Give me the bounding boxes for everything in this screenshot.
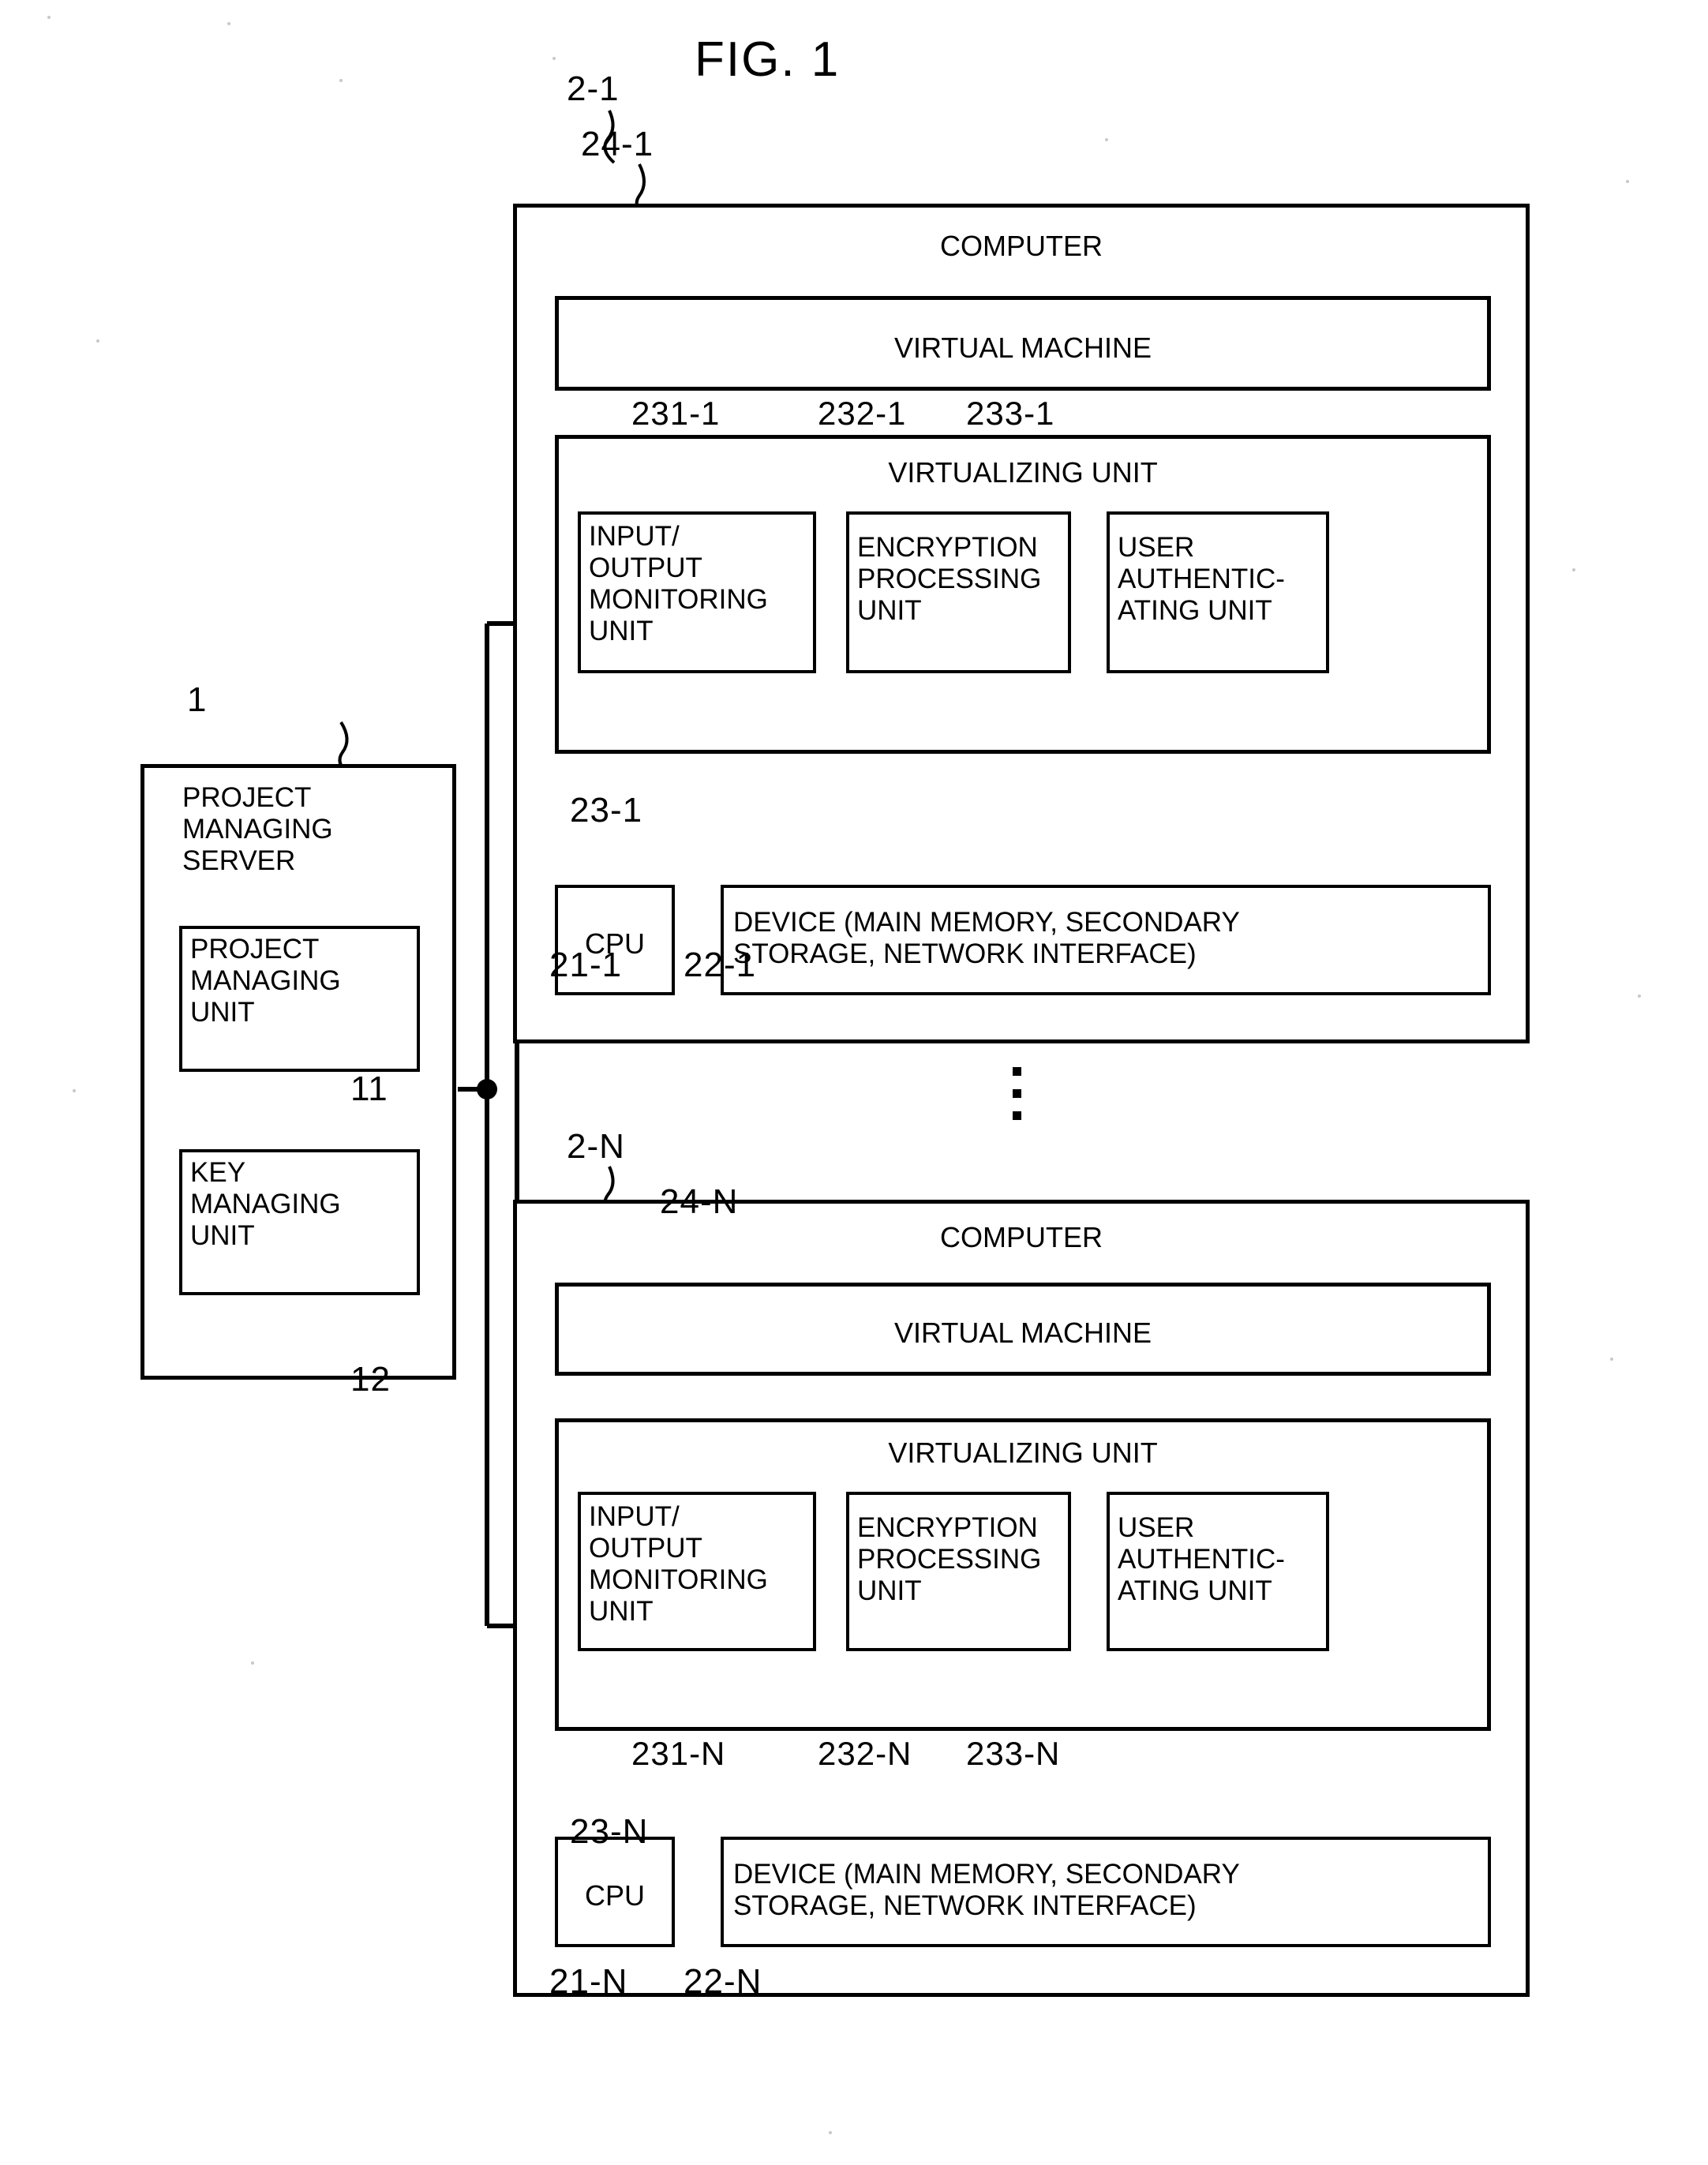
computer-1-cpu-ref-label: 21-1 [549,946,623,984]
key-managing-unit-label: KEY MANAGING UNIT [190,1157,341,1251]
scan-speck [1638,994,1641,998]
computer-1-user-authenticating-unit-box: USER AUTHENTIC- ATING UNIT [1107,511,1329,673]
computer-n-device-label: DEVICE (MAIN MEMORY, SECONDARY STORAGE, … [733,1859,1240,1921]
computer-1-box: COMPUTER VIRTUAL MACHINE VIRTUALIZING UN… [513,204,1530,1043]
computer-n-box: COMPUTER VIRTUAL MACHINE VIRTUALIZING UN… [513,1200,1530,1997]
computer-1-device-box: DEVICE (MAIN MEMORY, SECONDARY STORAGE, … [721,885,1491,995]
computer-n-device-box: DEVICE (MAIN MEMORY, SECONDARY STORAGE, … [721,1837,1491,1947]
computer-1-virtualizing-unit-ref-label: 23-1 [570,791,643,830]
computer-n-encryption-processing-unit-box: ENCRYPTION PROCESSING UNIT [846,1492,1071,1651]
computer-1-ref-label: 2-1 [567,69,620,108]
project-managing-unit-box: PROJECT MANAGING UNIT [179,926,420,1072]
computer-n-virtual-machine-box: VIRTUAL MACHINE [555,1283,1491,1376]
computer-1-virtual-machine-box: VIRTUAL MACHINE [555,296,1491,391]
scan-speck [1626,180,1629,183]
computer-1-io-monitoring-unit-ref-label: 231-1 [631,395,721,432]
computer-n-ref-label: 2-N [567,1127,625,1166]
scan-speck [829,2131,832,2134]
computer-n-cpu-ref-label: 21-N [549,1962,628,2001]
scan-speck [96,339,99,343]
computer-n-device-ref-label: 22-N [684,1962,762,2001]
project-managing-server-box: PROJECT MANAGING SERVER PROJECT MANAGING… [140,764,456,1380]
computer-1-device-label: DEVICE (MAIN MEMORY, SECONDARY STORAGE, … [733,907,1240,969]
computer-n-user-authenticating-unit-ref-label: 233-N [966,1735,1061,1772]
figure-canvas: FIG. 1 1 PROJECT MANAGING SERVER PROJECT… [0,0,1708,2165]
scan-speck [552,57,556,60]
computer-n-io-monitoring-unit-ref-label: 231-N [631,1735,726,1772]
server-ref-label: 1 [187,680,208,719]
project-managing-unit-ref-label: 11 [350,1069,388,1108]
figure-title: FIG. 1 [695,32,841,87]
computer-n-cpu-label: CPU [584,1879,645,1912]
scan-speck [1572,568,1575,571]
scan-speck [47,16,51,19]
scan-speck [339,79,343,82]
computer-n-encryption-processing-unit-label: ENCRYPTION PROCESSING UNIT [857,1512,1042,1606]
scan-speck [1610,1358,1613,1361]
key-managing-unit-ref-label: 12 [350,1360,391,1399]
computer-1-virtualizing-unit-label: VIRTUALIZING UNIT [888,456,1158,489]
computer-n-io-monitoring-unit-box: INPUT/ OUTPUT MONITORING UNIT [578,1492,816,1651]
computer-n-virtualizing-unit-ref-label: 23-N [570,1812,649,1851]
computer-1-user-authenticating-unit-label: USER AUTHENTIC- ATING UNIT [1118,532,1285,626]
computer-1-io-monitoring-unit-label: INPUT/ OUTPUT MONITORING UNIT [589,521,768,646]
computer-1-encryption-processing-unit-label: ENCRYPTION PROCESSING UNIT [857,532,1042,626]
scan-speck [227,22,230,25]
computer-n-virtual-machine-label: VIRTUAL MACHINE [893,1317,1152,1349]
computer-1-virtual-machine-ref-label: 24-1 [581,125,654,163]
project-managing-unit-label: PROJECT MANAGING UNIT [190,934,341,1028]
vertical-ellipsis-icon [1001,1054,1032,1120]
computer-n-cpu-box: CPU [555,1837,675,1947]
computer-n-user-authenticating-unit-box: USER AUTHENTIC- ATING UNIT [1107,1492,1329,1651]
project-managing-server-title: PROJECT MANAGING SERVER [182,782,333,876]
computer-n-encryption-processing-unit-ref-label: 232-N [818,1735,912,1772]
computer-n-virtualizing-unit-label: VIRTUALIZING UNIT [888,1436,1158,1469]
computer-n-virtualizing-unit-box: VIRTUALIZING UNIT INPUT/ OUTPUT MONITORI… [555,1418,1491,1731]
computer-1-device-ref-label: 22-1 [684,946,757,984]
computer-1-encryption-processing-unit-ref-label: 232-1 [818,395,907,432]
computer-n-user-authenticating-unit-label: USER AUTHENTIC- ATING UNIT [1118,1512,1285,1606]
scan-speck [1105,138,1108,141]
computer-1-virtual-machine-label: VIRTUAL MACHINE [893,331,1152,364]
scan-speck [73,1089,76,1092]
computer-1-io-monitoring-unit-box: INPUT/ OUTPUT MONITORING UNIT [578,511,816,673]
computer-n-io-monitoring-unit-label: INPUT/ OUTPUT MONITORING UNIT [589,1501,768,1627]
computer-1-user-authenticating-unit-ref-label: 233-1 [966,395,1055,432]
computer-1-encryption-processing-unit-box: ENCRYPTION PROCESSING UNIT [846,511,1071,673]
scan-speck [251,1661,254,1665]
computer-1-title: COMPUTER [940,230,1103,262]
computer-n-title: COMPUTER [940,1221,1103,1253]
computer-1-virtualizing-unit-box: VIRTUALIZING UNIT INPUT/ OUTPUT MONITORI… [555,435,1491,754]
computer-n-virtual-machine-ref-label: 24-N [660,1182,739,1221]
key-managing-unit-box: KEY MANAGING UNIT [179,1149,420,1295]
